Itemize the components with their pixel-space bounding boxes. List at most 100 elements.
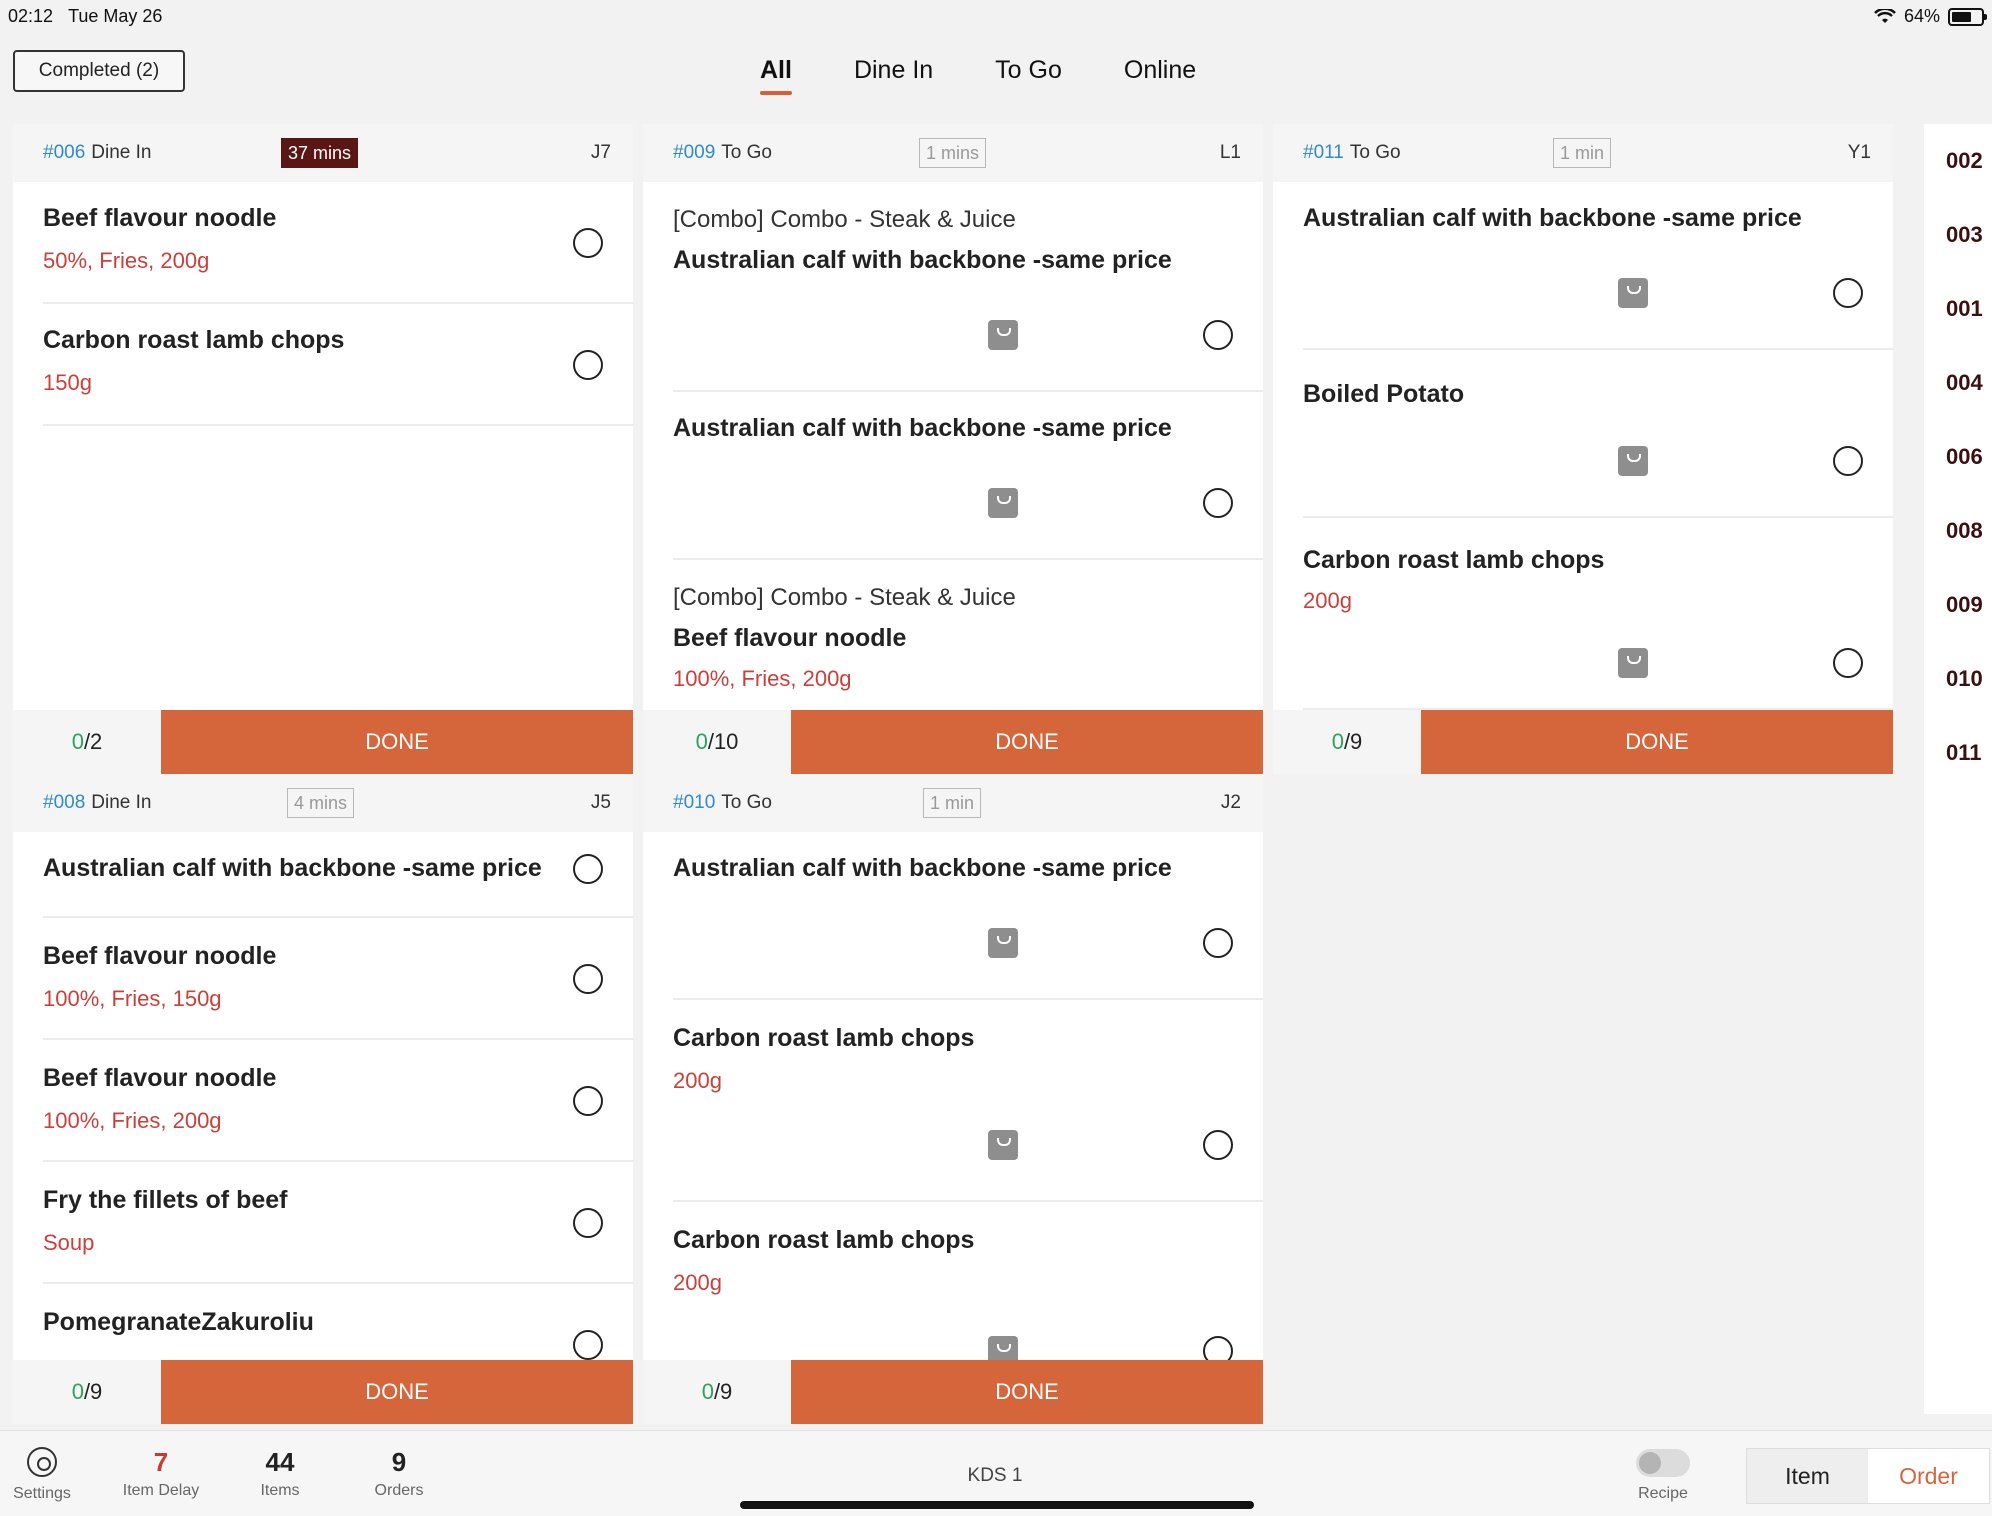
item-progress-count: 0/10 — [643, 710, 791, 774]
order-item[interactable]: PomegranateZakuroliu — [43, 1284, 633, 1360]
item-name: Carbon roast lamb chops — [1303, 546, 1605, 574]
item-modifiers: 200g — [1303, 588, 1352, 613]
order-items: Australian calf with backbone -same pric… — [1273, 182, 1893, 710]
order-item[interactable]: Carbon roast lamb chops 150g — [43, 304, 633, 426]
complete-item-checkbox[interactable] — [1203, 1336, 1233, 1360]
tab-to-go[interactable]: To Go — [995, 52, 1062, 92]
complete-item-checkbox[interactable] — [573, 854, 603, 884]
complete-item-checkbox[interactable] — [573, 350, 603, 380]
done-button[interactable]: DONE — [1421, 710, 1893, 774]
view-order-button[interactable]: Order — [1868, 1449, 1989, 1503]
order-list-item[interactable]: 003 — [1946, 222, 1983, 248]
complete-item-checkbox[interactable] — [573, 1208, 603, 1238]
order-item[interactable]: Boiled Potato — [1303, 350, 1893, 518]
order-card-008[interactable]: #008 Dine In 4 mins J5 Australian calf wi… — [13, 774, 633, 1424]
order-card-010[interactable]: #010 To Go 1 min J2 Australian calf with … — [643, 774, 1263, 1424]
tab-dine-in[interactable]: Dine In — [854, 52, 933, 92]
complete-item-checkbox[interactable] — [1203, 488, 1233, 518]
complete-item-checkbox[interactable] — [1833, 278, 1863, 308]
order-item[interactable]: Australian calf with backbone -same pric… — [43, 832, 633, 918]
order-list-item[interactable]: 002 — [1946, 148, 1983, 174]
home-indicator[interactable] — [740, 1501, 1254, 1509]
order-footer: 0/9 DONE — [643, 1360, 1263, 1424]
order-type: To Go — [721, 792, 772, 813]
orders-label: Orders — [374, 1482, 424, 1499]
complete-item-checkbox[interactable] — [1833, 446, 1863, 476]
order-item[interactable]: Beef flavour noodle 100%, Fries, 200g — [43, 1040, 633, 1162]
item-name: Boiled Potato — [1303, 380, 1465, 408]
item-delay-label: Item Delay — [122, 1482, 200, 1499]
order-item[interactable]: Beef flavour noodle 50%, Fries, 200g — [43, 182, 633, 304]
item-name: Carbon roast lamb chops — [673, 1024, 975, 1052]
done-button[interactable]: DONE — [791, 1360, 1263, 1424]
items-stat[interactable]: 44 Items — [225, 1447, 335, 1500]
order-item[interactable]: Beef flavour noodle 100%, Fries, 150g — [43, 918, 633, 1040]
order-item[interactable]: Australian calf with backbone -same pric… — [673, 392, 1263, 560]
item-name: Beef flavour noodle — [43, 1064, 277, 1092]
completed-orders-button[interactable]: Completed (2) — [13, 50, 185, 92]
bottom-toolbar: Settings 7 Item Delay 44 Items 9 Orders … — [0, 1430, 1992, 1516]
orders-stat[interactable]: 9 Orders — [344, 1447, 454, 1500]
gear-icon — [27, 1447, 57, 1477]
order-list-item[interactable]: 011 — [1946, 740, 1982, 766]
complete-item-checkbox[interactable] — [573, 228, 603, 258]
complete-item-checkbox[interactable] — [1203, 1130, 1233, 1160]
order-item[interactable]: Carbon roast lamb chops 200g — [673, 1202, 1263, 1360]
complete-item-checkbox[interactable] — [1203, 320, 1233, 350]
order-item[interactable]: Carbon roast lamb chops 200g — [673, 1000, 1263, 1202]
order-list-item[interactable]: 008 — [1946, 518, 1983, 544]
order-timer: 37 mins — [281, 138, 359, 168]
item-modifiers: Soup — [43, 1230, 95, 1255]
table-number: J2 — [1220, 792, 1241, 813]
status-right: 64% — [1874, 6, 1987, 27]
order-item[interactable]: [Combo] Combo - Steak & Juice Australian… — [673, 182, 1263, 392]
table-number: L1 — [1219, 142, 1241, 163]
order-list-item[interactable]: 001 — [1946, 296, 1983, 322]
view-mode-switch: Item Order — [1746, 1448, 1990, 1504]
takeout-bag-icon — [988, 488, 1018, 518]
settings-button[interactable]: Settings — [0, 1447, 97, 1503]
order-number: #010 To Go — [673, 792, 772, 813]
order-items: [Combo] Combo - Steak & Juice Australian… — [643, 182, 1263, 710]
item-name: Beef flavour noodle — [43, 942, 277, 970]
order-item[interactable]: Carbon roast lamb chops 200g — [1303, 518, 1893, 710]
order-item[interactable]: Fry the fillets of beef Soup — [43, 1162, 633, 1284]
done-button[interactable]: DONE — [161, 1360, 633, 1424]
orders-count: 9 — [391, 1447, 407, 1477]
tab-online[interactable]: Online — [1124, 52, 1196, 92]
done-button[interactable]: DONE — [161, 710, 633, 774]
item-progress-count: 0/9 — [1273, 710, 1421, 774]
complete-item-checkbox[interactable] — [573, 1086, 603, 1116]
complete-item-checkbox[interactable] — [573, 964, 603, 994]
item-name: PomegranateZakuroliu — [43, 1308, 314, 1336]
battery-icon — [1948, 7, 1987, 26]
tab-all[interactable]: All — [760, 52, 792, 95]
order-type: Dine In — [91, 792, 152, 813]
order-list-item[interactable]: 004 — [1946, 370, 1983, 396]
complete-item-checkbox[interactable] — [573, 1330, 603, 1360]
item-name: Australian calf with backbone -same pric… — [673, 854, 1172, 882]
table-number: J7 — [590, 142, 611, 163]
order-item[interactable]: Australian calf with backbone -same pric… — [673, 832, 1263, 1000]
order-items: Beef flavour noodle 50%, Fries, 200g Car… — [13, 182, 633, 710]
order-card-011[interactable]: #011 To Go 1 min Y1 Australian calf with … — [1273, 124, 1893, 774]
order-header: #006 Dine In 37 mins J7 — [13, 124, 633, 182]
complete-item-checkbox[interactable] — [1203, 928, 1233, 958]
recipe-toggle[interactable] — [1636, 1449, 1690, 1477]
takeout-bag-icon — [988, 1336, 1018, 1360]
order-card-009[interactable]: #009 To Go 1 mins L1 [Combo] Combo - Stea… — [643, 124, 1263, 774]
takeout-bag-icon — [1618, 648, 1648, 678]
recipe-label: Recipe — [1638, 1485, 1688, 1502]
order-card-006[interactable]: #006 Dine In 37 mins J7 Beef flavour nood… — [13, 124, 633, 774]
order-item[interactable]: Australian calf with backbone -same pric… — [1303, 182, 1893, 350]
order-item[interactable]: [Combo] Combo - Steak & Juice Beef flavo… — [673, 560, 1263, 710]
done-button[interactable]: DONE — [791, 710, 1263, 774]
complete-item-checkbox[interactable] — [1833, 648, 1863, 678]
order-list-item[interactable]: 010 — [1946, 666, 1983, 692]
item-delay-stat[interactable]: 7 Item Delay — [106, 1447, 216, 1500]
order-list-item[interactable]: 009 — [1946, 592, 1983, 618]
order-number: #009 To Go — [673, 142, 772, 163]
order-timer: 4 mins — [287, 788, 355, 818]
order-list-item[interactable]: 006 — [1946, 444, 1983, 470]
view-item-button[interactable]: Item — [1747, 1449, 1868, 1503]
